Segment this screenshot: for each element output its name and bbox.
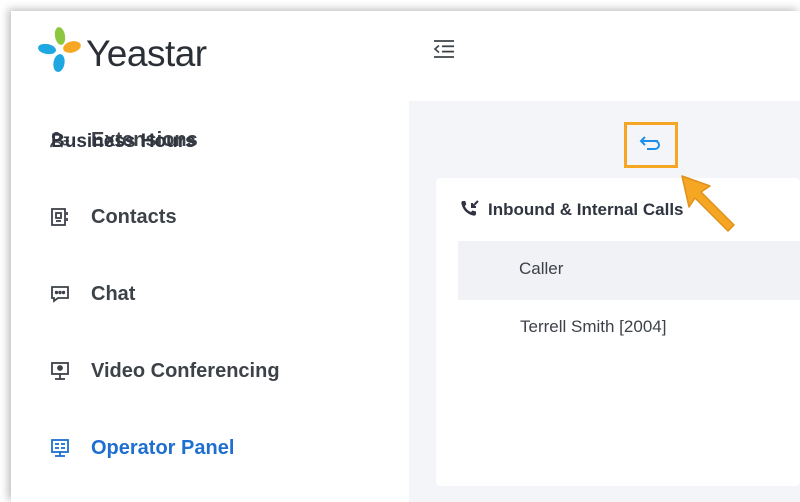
sidebar: Yeastar Extensions Contacts Chat Video C…: [11, 11, 409, 502]
switch-icon: [639, 134, 663, 157]
sidebar-item-label: Contacts: [91, 205, 177, 228]
video-conference-icon: [50, 361, 70, 381]
top-bar: [409, 11, 800, 101]
contacts-icon: [50, 207, 70, 227]
table-header: Caller: [458, 241, 800, 300]
sidebar-item-operator-panel[interactable]: Operator Panel: [11, 418, 409, 478]
pointer-arrow-icon: [676, 170, 746, 240]
operator-panel-icon: [50, 438, 70, 458]
sidebar-item-video-conferencing[interactable]: Video Conferencing: [11, 341, 409, 401]
table-cell-caller: Terrell Smith [2004]: [520, 317, 667, 336]
sidebar-item-label: Chat: [91, 282, 136, 305]
sidebar-item-label: Operator Panel: [91, 436, 235, 459]
sidebar-item-contacts[interactable]: Contacts: [11, 187, 409, 247]
section-title: Business Hours: [51, 131, 196, 152]
chat-icon: [50, 284, 70, 304]
card-title: Inbound & Internal Calls: [488, 200, 684, 219]
sidebar-item-label: Video Conferencing: [91, 359, 280, 382]
logo: Yeastar: [38, 25, 207, 81]
switch-button[interactable]: [624, 122, 678, 168]
collapse-menu-icon[interactable]: [433, 39, 455, 59]
yeastar-logo-icon: [38, 25, 86, 81]
card-header: Inbound & Internal Calls: [460, 198, 684, 222]
column-header-caller: Caller: [519, 259, 564, 278]
sidebar-item-chat[interactable]: Chat: [11, 264, 409, 324]
inbound-call-icon: [460, 199, 480, 222]
brand-name: Yeastar: [86, 32, 207, 74]
